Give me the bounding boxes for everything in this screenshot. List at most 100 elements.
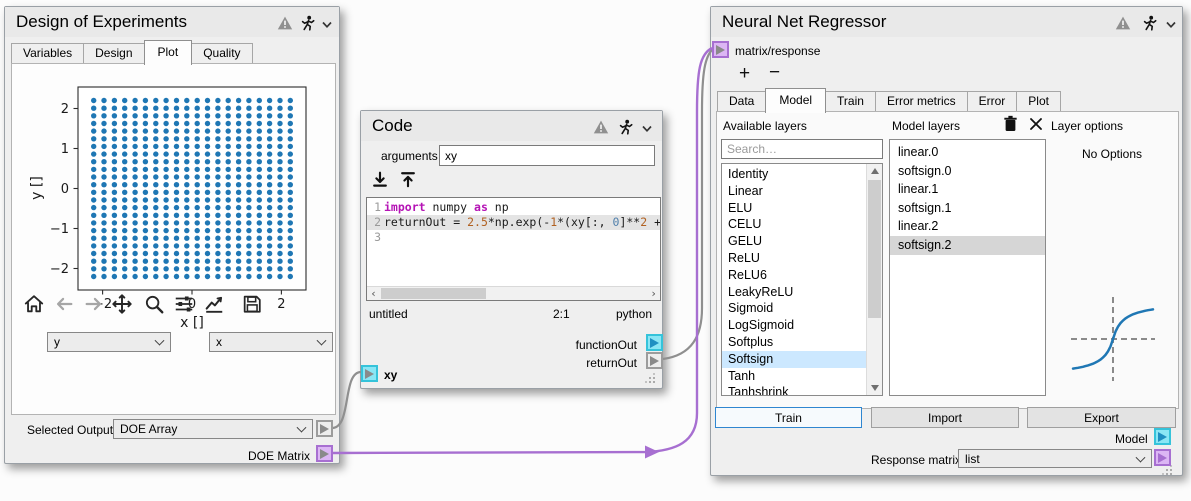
- model-layer-item[interactable]: linear.2: [890, 217, 1045, 236]
- resize-grip[interactable]: [649, 377, 651, 379]
- model-layer-item[interactable]: softsign.2: [890, 236, 1045, 255]
- run-icon[interactable]: [617, 119, 633, 135]
- available-layers-scrollbar[interactable]: [866, 164, 882, 395]
- response-matrix-output-port[interactable]: [1154, 449, 1171, 466]
- home-icon[interactable]: [23, 293, 45, 315]
- scrollbar-thumb[interactable]: [868, 180, 881, 318]
- layer-search-input[interactable]: [721, 139, 883, 159]
- export-code-icon[interactable]: [399, 171, 417, 189]
- model-layer-item[interactable]: linear.1: [890, 180, 1045, 199]
- nn-titlebar[interactable]: Neural Net Regressor: [711, 7, 1182, 37]
- selected-output-combobox[interactable]: DOE Array: [113, 419, 313, 439]
- selected-output-port[interactable]: [316, 420, 333, 437]
- available-layer-item[interactable]: ELU: [722, 200, 882, 217]
- run-icon[interactable]: [1141, 15, 1157, 31]
- available-layer-item[interactable]: CELU: [722, 216, 882, 233]
- scroll-left-arrow-icon[interactable]: ‹: [367, 287, 380, 300]
- wire-returnout-to-matrix-response: [663, 49, 713, 359]
- code-line[interactable]: 2returnOut = 2.5*np.exp(-1*(xy[:, 0]**2 …: [367, 215, 660, 230]
- doe-tab-plot[interactable]: Plot: [144, 40, 193, 65]
- nn-tab-plot[interactable]: Plot: [1016, 91, 1061, 112]
- subplots-sliders-icon[interactable]: [173, 293, 195, 315]
- available-layer-item[interactable]: Softplus: [722, 334, 882, 351]
- available-layer-item[interactable]: Sigmoid: [722, 300, 882, 317]
- model-output-port[interactable]: [1154, 428, 1171, 445]
- add-input-button[interactable]: +: [739, 64, 750, 83]
- collapse-chevron-icon[interactable]: [1163, 17, 1179, 33]
- nn-tab-error[interactable]: Error: [967, 91, 1018, 112]
- trash-icon[interactable]: [1003, 115, 1018, 132]
- layer-options-label: Layer options: [1051, 119, 1123, 133]
- available-layer-item[interactable]: Linear: [722, 183, 882, 200]
- y-axis-combobox[interactable]: y: [47, 332, 171, 352]
- xy-input-label: xy: [384, 368, 397, 382]
- back-icon[interactable]: [53, 293, 75, 315]
- scroll-up-arrow-icon[interactable]: [867, 164, 882, 178]
- save-icon[interactable]: [241, 293, 263, 315]
- available-layers-label: Available layers: [723, 119, 807, 133]
- selected-output-label: Selected Output: [27, 423, 113, 437]
- run-icon[interactable]: [299, 15, 315, 31]
- available-layer-item[interactable]: GELU: [722, 233, 882, 250]
- scrollbar-thumb[interactable]: [381, 288, 486, 299]
- code-line[interactable]: 1import numpy as np: [367, 200, 660, 215]
- import-code-icon[interactable]: [371, 171, 389, 189]
- returnout-port[interactable]: [646, 352, 663, 369]
- svg-text:−1: −1: [50, 222, 69, 237]
- doe-tab-design[interactable]: Design: [83, 43, 144, 64]
- doe-matrix-port[interactable]: [316, 445, 333, 462]
- scroll-right-arrow-icon[interactable]: ›: [647, 287, 660, 300]
- arguments-input[interactable]: [439, 145, 655, 166]
- editor-horizontal-scrollbar[interactable]: ‹ ›: [367, 286, 660, 300]
- functionout-port[interactable]: [646, 334, 663, 351]
- nn-tab-error-metrics[interactable]: Error metrics: [875, 91, 968, 112]
- collapse-chevron-icon[interactable]: [639, 121, 655, 137]
- available-layer-item[interactable]: Softsign: [722, 351, 882, 368]
- available-layer-item[interactable]: Identity: [722, 166, 882, 183]
- remove-input-button[interactable]: −: [769, 63, 780, 82]
- resize-grip[interactable]: [1166, 469, 1168, 471]
- available-layer-item[interactable]: ReLU6: [722, 267, 882, 284]
- zoom-icon[interactable]: [143, 293, 165, 315]
- model-layers-list[interactable]: linear.0softsign.0linear.1softsign.1line…: [889, 139, 1046, 396]
- doe-tab-quality[interactable]: Quality: [191, 43, 252, 64]
- xy-input-port[interactable]: [361, 365, 378, 382]
- available-layer-item[interactable]: ReLU: [722, 250, 882, 267]
- response-matrix-combobox[interactable]: list: [958, 449, 1152, 468]
- export-button[interactable]: Export: [1027, 407, 1176, 428]
- figure-options-icon[interactable]: [203, 293, 225, 315]
- model-layers-label: Model layers: [892, 119, 960, 133]
- x-axis-label: x []: [180, 315, 204, 331]
- response-matrix-label: Response matrix: [871, 453, 961, 467]
- matrix-response-input-port[interactable]: [712, 41, 729, 58]
- available-layer-item[interactable]: Tanh: [722, 368, 882, 385]
- import-button[interactable]: Import: [871, 407, 1019, 428]
- code-line[interactable]: 3: [367, 230, 660, 245]
- train-button[interactable]: Train: [715, 407, 862, 428]
- editor-filename: untitled: [369, 307, 408, 321]
- model-layer-item[interactable]: softsign.0: [890, 162, 1045, 181]
- available-layers-list[interactable]: IdentityLinearELUCELUGELUReLUReLU6LeakyR…: [721, 163, 883, 396]
- available-layer-item[interactable]: Tanhshrink: [722, 384, 882, 396]
- code-editor[interactable]: 1import numpy as np2returnOut = 2.5*np.e…: [366, 197, 661, 301]
- nn-regressor-node-window: Neural Net Regressor matrix/response + −…: [710, 6, 1183, 476]
- nn-tab-data[interactable]: Data: [717, 91, 766, 112]
- x-axis-value: x: [216, 335, 222, 349]
- nn-tab-train[interactable]: Train: [825, 91, 876, 112]
- available-layer-item[interactable]: LogSigmoid: [722, 317, 882, 334]
- node-editor-canvas: Design of Experiments VariablesDesignPlo…: [0, 0, 1191, 501]
- svg-text:−2: −2: [50, 262, 69, 277]
- collapse-chevron-icon[interactable]: [319, 17, 335, 33]
- x-axis-combobox[interactable]: x: [209, 332, 333, 352]
- doe-tab-variables[interactable]: Variables: [11, 43, 84, 64]
- pan-icon[interactable]: [111, 293, 133, 315]
- forward-icon[interactable]: [83, 293, 105, 315]
- svg-text:2: 2: [61, 102, 69, 117]
- model-layer-item[interactable]: softsign.1: [890, 199, 1045, 218]
- available-layer-item[interactable]: LeakyReLU: [722, 284, 882, 301]
- nn-tab-model[interactable]: Model: [765, 88, 826, 113]
- scroll-down-arrow-icon[interactable]: [867, 381, 882, 395]
- model-layer-item[interactable]: linear.0: [890, 143, 1045, 162]
- clear-x-icon[interactable]: [1029, 117, 1043, 131]
- no-options-text: No Options: [1082, 147, 1142, 161]
